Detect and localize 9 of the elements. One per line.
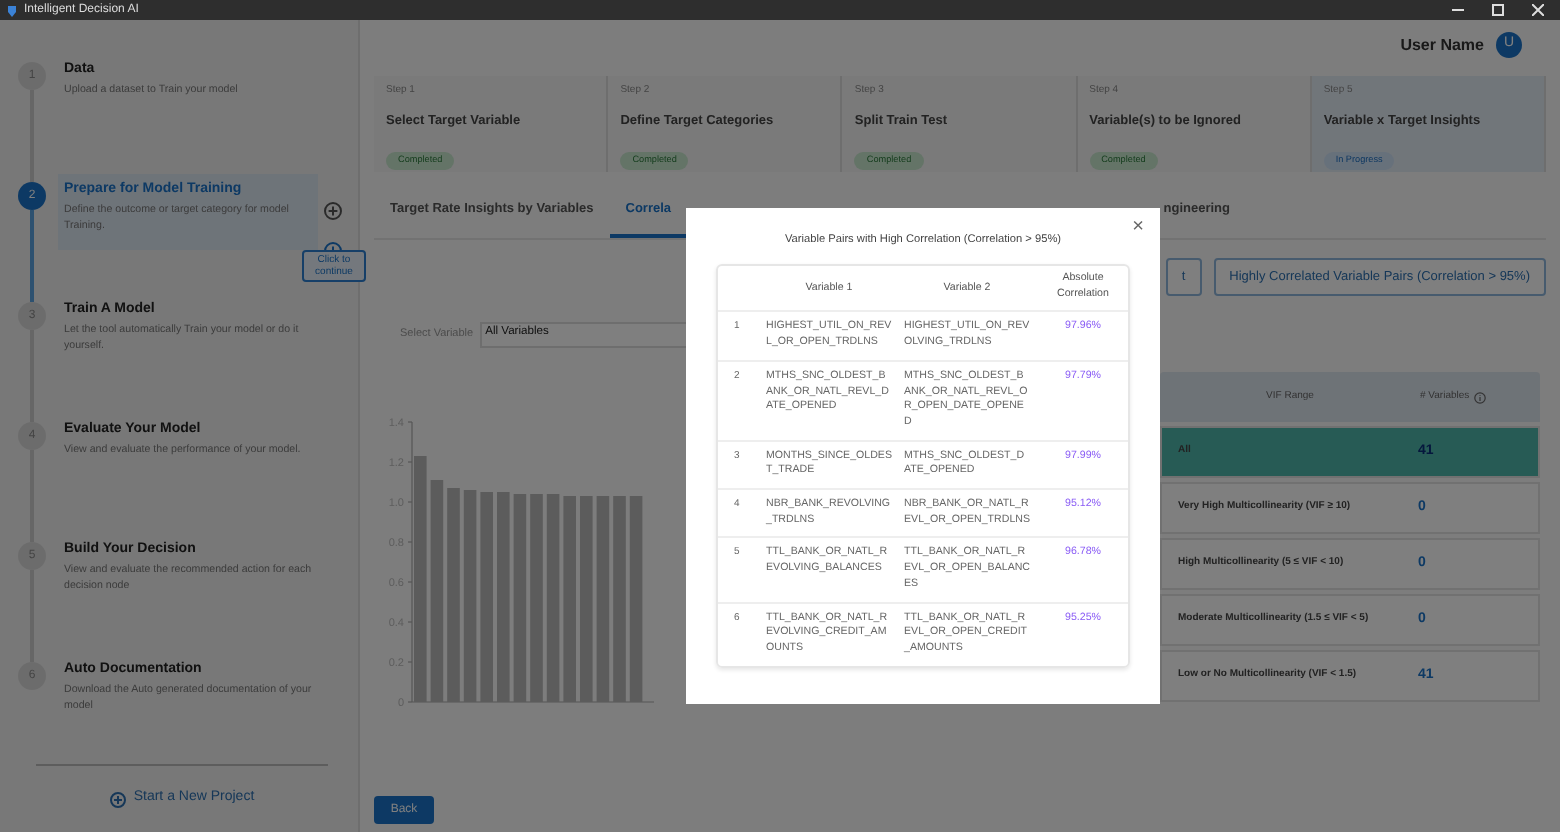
minimize-icon <box>1452 4 1464 16</box>
info-icon <box>1473 391 1486 403</box>
close-button[interactable]: × <box>1132 216 1144 240</box>
user-name: User Name <box>1400 33 1484 57</box>
plus-icon[interactable] <box>324 202 342 220</box>
plus-icon <box>109 791 126 807</box>
app-logo-icon <box>6 3 18 17</box>
maximize-icon <box>1492 4 1504 16</box>
close-icon <box>1532 4 1544 16</box>
